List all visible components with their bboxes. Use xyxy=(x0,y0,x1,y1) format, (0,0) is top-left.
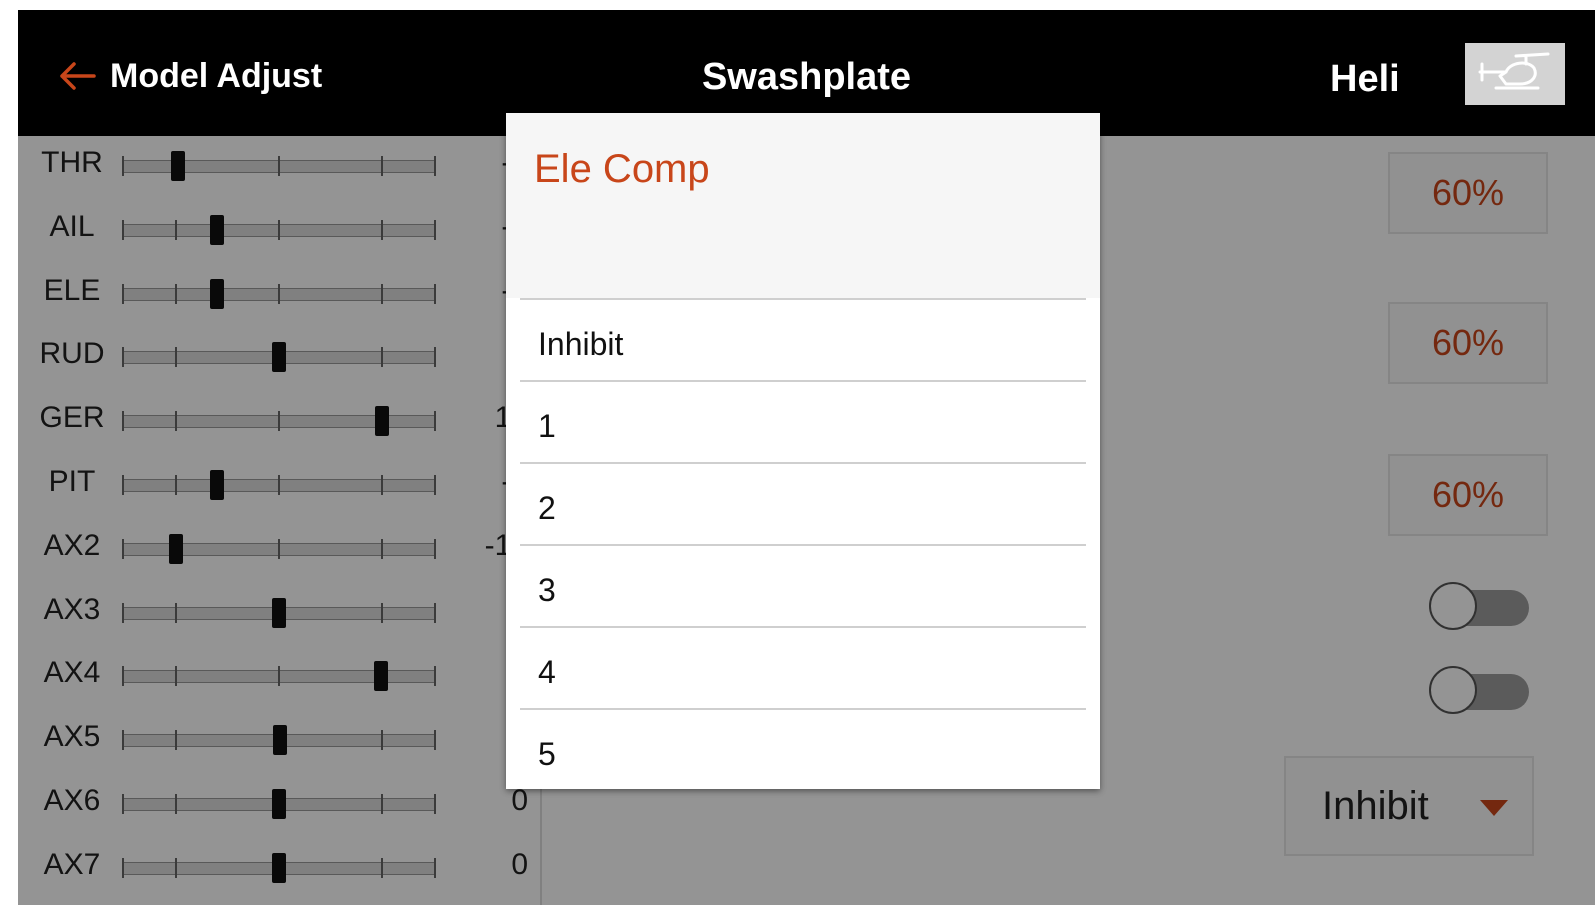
ele-comp-dialog: Ele Comp Inhibit 1 2 3 4 5 xyxy=(506,113,1100,789)
option-label: 1 xyxy=(538,408,556,444)
option-inhibit[interactable]: Inhibit xyxy=(520,298,1086,380)
model-type-label: Heli xyxy=(1330,58,1400,100)
swashplate-screen: Model Adjust Swashplate Heli THR-9AIL-5E… xyxy=(18,10,1595,905)
model-button[interactable] xyxy=(1465,43,1565,105)
option-3[interactable]: 3 xyxy=(520,544,1086,626)
option-label: Inhibit xyxy=(538,326,624,362)
option-label: 5 xyxy=(538,736,556,772)
option-5[interactable]: 5 xyxy=(520,708,1086,789)
option-label: 3 xyxy=(538,572,556,608)
option-list: Inhibit 1 2 3 4 5 xyxy=(520,298,1086,789)
option-label: 4 xyxy=(538,654,556,690)
helicopter-icon xyxy=(1478,52,1550,90)
option-label: 2 xyxy=(538,490,556,526)
option-1[interactable]: 1 xyxy=(520,380,1086,462)
option-4[interactable]: 4 xyxy=(520,626,1086,708)
dialog-header: Ele Comp xyxy=(506,113,1100,298)
dialog-title: Ele Comp xyxy=(534,147,710,191)
option-2[interactable]: 2 xyxy=(520,462,1086,544)
